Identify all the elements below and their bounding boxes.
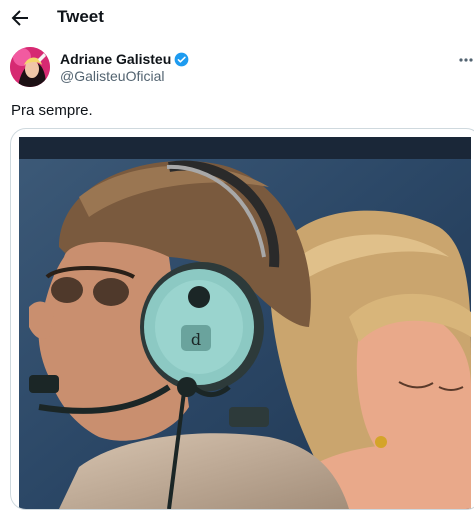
author-name-text: Adriane Galisteu <box>60 51 172 67</box>
svg-text:d: d <box>191 330 201 349</box>
tweet-media[interactable]: d <box>10 128 474 510</box>
more-options-icon[interactable] <box>458 52 474 68</box>
author-name[interactable]: Adriane Galisteu <box>60 51 189 68</box>
back-arrow-icon[interactable] <box>8 6 32 30</box>
author-handle[interactable]: @GalisteuOficial <box>60 68 164 85</box>
avatar-image <box>10 47 50 87</box>
tweet-header: Tweet <box>0 0 474 36</box>
verified-badge-icon <box>174 52 189 67</box>
avatar[interactable] <box>10 47 50 87</box>
tweet-text: Pra sempre. <box>11 102 93 119</box>
tweet-photo: d <box>19 137 471 509</box>
page-title: Tweet <box>57 7 104 26</box>
